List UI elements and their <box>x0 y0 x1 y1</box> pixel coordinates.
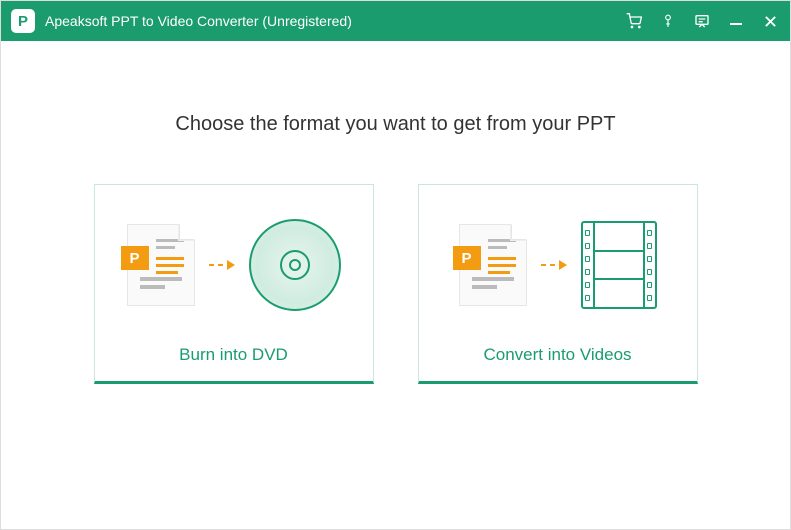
cart-icon[interactable] <box>626 13 642 29</box>
burn-dvd-card[interactable]: P Burn into DVD <box>94 184 374 384</box>
video-film-icon <box>581 221 657 309</box>
titlebar: P Apeaksoft PPT to Video Converter (Unre… <box>1 1 790 41</box>
key-icon[interactable] <box>660 13 676 29</box>
burn-dvd-graphic: P <box>95 185 373 345</box>
app-logo: P <box>11 9 35 33</box>
close-button[interactable] <box>762 13 778 29</box>
ppt-document-icon: P <box>127 224 195 306</box>
feedback-icon[interactable] <box>694 13 710 29</box>
window-title: Apeaksoft PPT to Video Converter (Unregi… <box>45 13 626 29</box>
convert-video-card[interactable]: P <box>418 184 698 384</box>
arrow-icon <box>541 260 567 270</box>
main-content: Choose the format you want to get from y… <box>1 41 790 384</box>
minimize-button[interactable] <box>728 13 744 29</box>
convert-video-label: Convert into Videos <box>483 345 631 365</box>
burn-dvd-label: Burn into DVD <box>179 345 288 365</box>
dvd-disc-icon <box>249 219 341 311</box>
arrow-icon <box>209 260 235 270</box>
convert-video-graphic: P <box>419 185 697 345</box>
titlebar-actions <box>626 13 778 29</box>
option-cards: P Burn into DVD <box>1 184 790 384</box>
page-heading: Choose the format you want to get from y… <box>1 113 790 136</box>
ppt-document-icon: P <box>459 224 527 306</box>
